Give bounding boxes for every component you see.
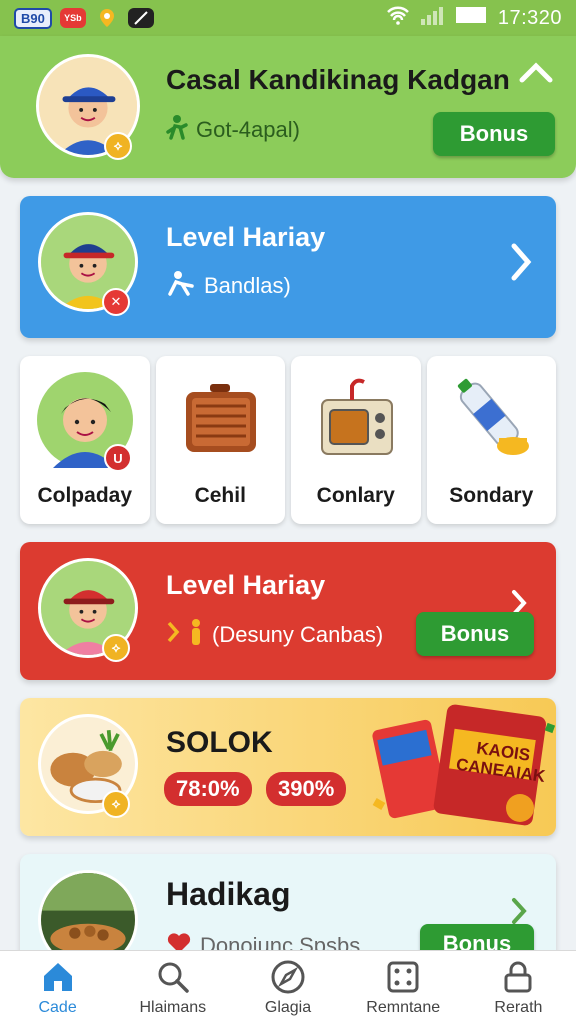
signal-icon bbox=[420, 5, 446, 31]
solok-card[interactable]: ⟡ SOLOK 78:0% 390% KAOIS CANEAIAK bbox=[20, 698, 556, 836]
nav-label: Glagia bbox=[264, 998, 312, 1016]
nav-item-cade[interactable]: Cade bbox=[0, 951, 115, 1024]
subtitle-row: Got-4apal) bbox=[166, 114, 300, 146]
subtitle-row: (Desuny Canbas) bbox=[166, 618, 383, 652]
coin-icon: ⟡ bbox=[102, 634, 130, 662]
chevron-right-icon bbox=[166, 620, 180, 650]
flag-icon bbox=[127, 8, 154, 28]
tile-sondary[interactable]: Sondary bbox=[426, 356, 556, 524]
bottom-nav: Cade Hlaimans Glagia Remntane Rerath bbox=[0, 950, 576, 1024]
avatar-badge: ⟡ bbox=[104, 132, 132, 160]
status-badge: B90 bbox=[14, 7, 52, 29]
discount-pill: 78:0% bbox=[164, 772, 252, 806]
tile-conlary[interactable]: Conlary bbox=[291, 356, 421, 524]
profile-header-card[interactable]: ⟡ Casal Kandikinag Kadgan Got-4apal) Bon… bbox=[0, 36, 576, 178]
collapse-chevron-icon[interactable] bbox=[518, 54, 554, 93]
coin-icon: ⟡ bbox=[102, 790, 130, 818]
grid-icon bbox=[387, 961, 419, 992]
bonus-button[interactable]: Bonus bbox=[416, 612, 534, 656]
person-sitting-icon bbox=[166, 270, 196, 302]
battery-icon bbox=[455, 6, 488, 30]
nav-item-glagia[interactable]: Glagia bbox=[230, 951, 345, 1024]
subtitle-text: Bandlas) bbox=[204, 273, 291, 298]
nav-item-rerath[interactable]: Rerath bbox=[461, 951, 576, 1024]
category-tiles: U Colpaday Cehil Conlary Sondary bbox=[20, 356, 556, 524]
subtitle-text: (Desuny Canbas) bbox=[212, 622, 384, 647]
location-icon bbox=[94, 8, 120, 28]
tile-label: Conlary bbox=[316, 484, 395, 507]
chevron-right-icon[interactable] bbox=[508, 242, 534, 291]
nav-label: Cade bbox=[38, 998, 77, 1016]
hadikag-title: Hadikag bbox=[166, 876, 291, 912]
solok-title: SOLOK bbox=[166, 726, 273, 759]
search-icon bbox=[158, 962, 189, 993]
nav-item-hlaimans[interactable]: Hlaimans bbox=[115, 951, 230, 1024]
discount-pill: 390% bbox=[266, 772, 347, 806]
level-title: Level Hariay bbox=[166, 570, 326, 600]
wifi-icon bbox=[386, 5, 410, 31]
person-icon bbox=[188, 618, 204, 652]
tile-label: Colpaday bbox=[37, 484, 133, 507]
tile-label: Cehil bbox=[194, 484, 246, 507]
level-title: Level Hariay bbox=[166, 222, 326, 252]
status-time: 17:320 bbox=[497, 6, 562, 29]
level-card-red[interactable]: ⟡ Level Hariay (Desuny Canbas) Bonus bbox=[20, 542, 556, 680]
compass-icon bbox=[271, 960, 305, 993]
page-title: Casal Kandikinag Kadgan bbox=[166, 64, 510, 95]
discount-pills: 78:0% 390% bbox=[164, 772, 356, 806]
subtitle-row: Bandlas) bbox=[166, 270, 291, 302]
subtitle-text: Got-4apal) bbox=[196, 117, 300, 142]
app-notification-icon: YSb bbox=[59, 8, 86, 28]
grill-icon bbox=[170, 370, 270, 470]
close-icon: ✕ bbox=[102, 288, 130, 316]
tile-label: Sondary bbox=[449, 484, 534, 507]
nav-item-remntane[interactable]: Remntane bbox=[346, 951, 461, 1024]
tile-badge: U bbox=[104, 444, 132, 472]
level-card-blue[interactable]: ✕ Level Hariay Bandlas) bbox=[20, 196, 556, 338]
nav-label: Rerath bbox=[494, 998, 543, 1016]
lock-icon bbox=[504, 961, 532, 992]
tile-cehil[interactable]: Cehil bbox=[155, 356, 285, 524]
home-icon bbox=[43, 962, 72, 991]
oven-icon bbox=[306, 370, 406, 470]
nav-label: Remntane bbox=[366, 998, 441, 1016]
person-icon bbox=[166, 114, 188, 146]
hadikag-card[interactable]: Hadikag Donoiunc Spsbs Bonus bbox=[20, 854, 556, 964]
nav-label: Hlaimans bbox=[139, 998, 207, 1016]
status-bar: B90 YSb 17:320 bbox=[0, 0, 576, 36]
promo-package-image: KAOIS CANEAIAK bbox=[370, 704, 556, 832]
bottle-icon bbox=[441, 370, 541, 470]
tile-colpaday[interactable]: U Colpaday bbox=[20, 356, 150, 524]
bonus-button[interactable]: Bonus bbox=[433, 112, 555, 156]
